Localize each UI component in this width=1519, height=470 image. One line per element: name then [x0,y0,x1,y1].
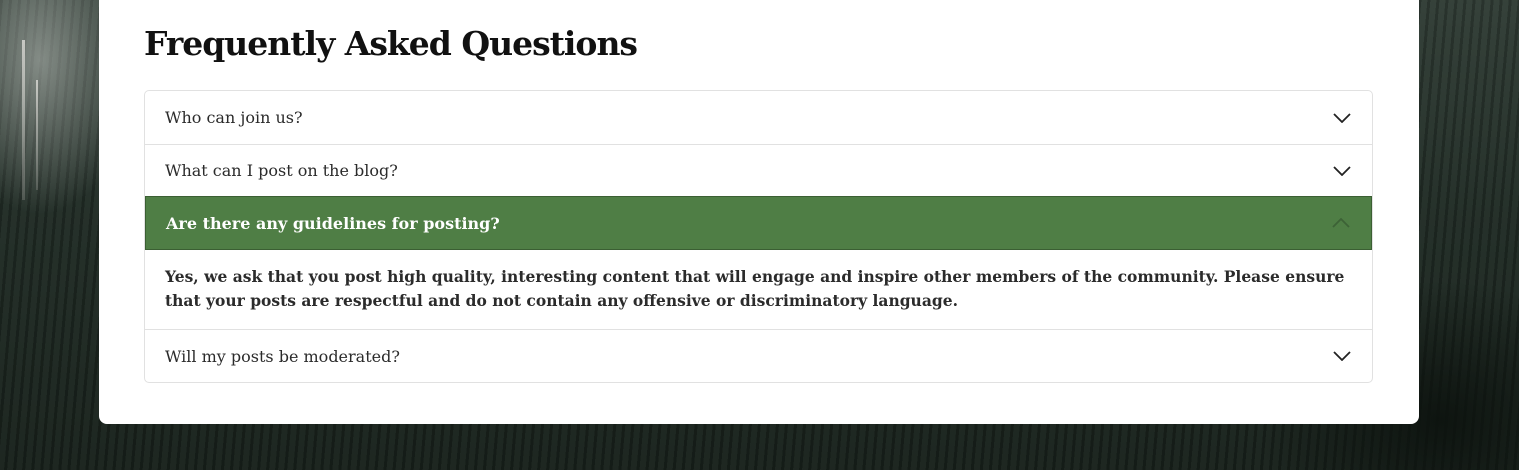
faq-item: What can I post on the blog? [145,144,1372,196]
chevron-down-icon [1332,161,1352,181]
background-tree-trunk [22,40,25,200]
faq-question-toggle[interactable]: Are there any guidelines for posting? [145,196,1372,250]
chevron-up-icon [1331,213,1351,233]
faq-question: Are there any guidelines for posting? [166,213,500,233]
faq-question-toggle[interactable]: Will my posts be moderated? [145,330,1372,382]
faq-card: Frequently Asked Questions Who can join … [99,0,1419,424]
faq-answer: Yes, we ask that you post high quality, … [145,250,1372,330]
faq-question: Who can join us? [165,108,303,127]
faq-question-toggle[interactable]: What can I post on the blog? [145,144,1372,196]
chevron-down-icon [1332,346,1352,366]
faq-item: Who can join us? [145,91,1372,144]
faq-question-toggle[interactable]: Who can join us? [145,91,1372,144]
chevron-down-icon [1332,108,1352,128]
faq-question: Will my posts be moderated? [165,346,400,366]
faq-item: Will my posts be moderated? [145,330,1372,382]
faq-title: Frequently Asked Questions [144,24,638,63]
background-tree-trunk [36,80,38,190]
faq-question: What can I post on the blog? [165,161,398,180]
faq-accordion: Who can join us? What can I post on the … [144,90,1373,383]
faq-item-expanded: Are there any guidelines for posting? Ye… [145,196,1372,330]
